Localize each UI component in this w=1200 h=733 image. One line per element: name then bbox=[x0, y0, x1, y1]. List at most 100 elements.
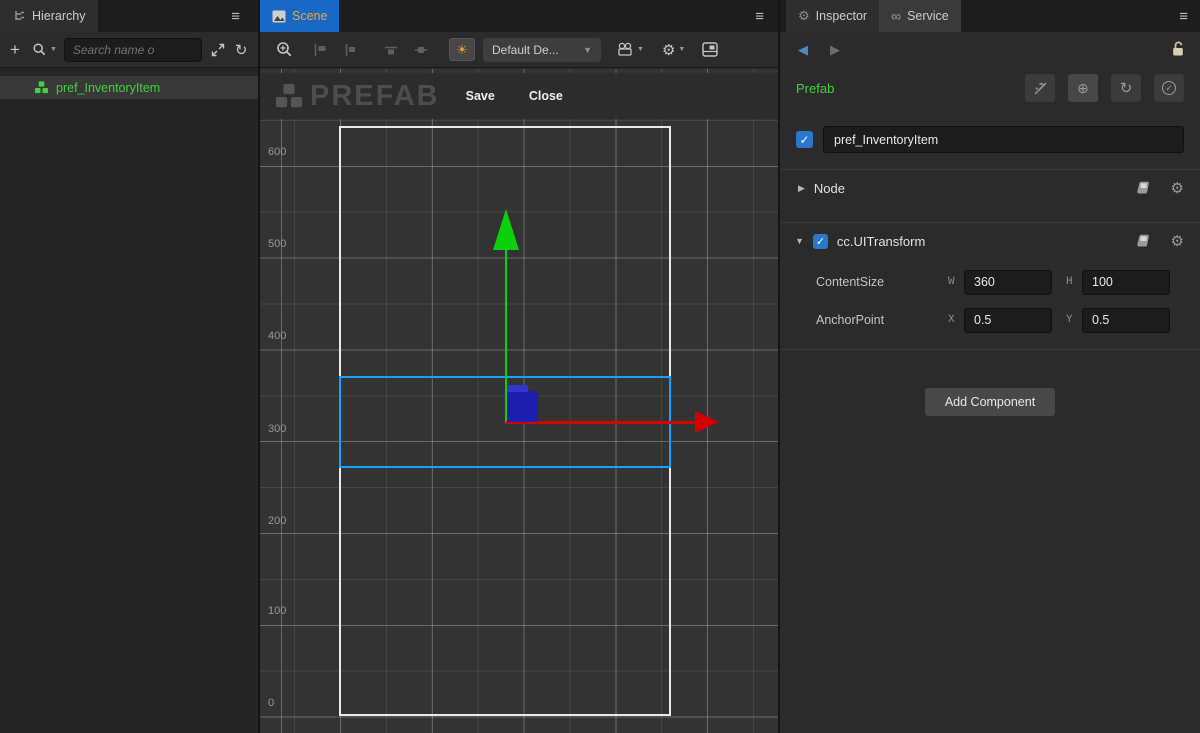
gizmo-x-arrowhead-icon[interactable] bbox=[695, 411, 719, 433]
node-section: ▶ Node ⚙ bbox=[780, 169, 1200, 206]
gear-caret-icon[interactable]: ▼ bbox=[678, 46, 685, 53]
hierarchy-search-input[interactable] bbox=[64, 38, 202, 62]
check-circle-icon: ✓ bbox=[1162, 81, 1176, 95]
align-left-icon[interactable] bbox=[313, 43, 328, 57]
gizmo-xy-handle-accent bbox=[507, 385, 528, 392]
prefab-mode-title: PREFAB bbox=[310, 80, 440, 113]
revert-prefab-button[interactable]: ↻ bbox=[1111, 74, 1141, 102]
content-size-w-input[interactable] bbox=[964, 270, 1052, 295]
zoom-tool-icon[interactable] bbox=[276, 41, 293, 58]
node-section-title: Node bbox=[814, 181, 845, 196]
service-tab-label: Service bbox=[907, 9, 949, 23]
align-center-h-icon[interactable] bbox=[342, 43, 357, 57]
scene-gear-icon[interactable]: ⚙ bbox=[662, 41, 675, 59]
anchor-point-row: AnchorPoint X Y bbox=[816, 307, 1170, 333]
node-disclosure-icon[interactable]: ▶ bbox=[798, 183, 805, 194]
cocos-creator-editor: Hierarchy ≡ + ▼ ↻ pref_InventoryItem bbox=[0, 0, 1200, 733]
ruler-label-300: 300 bbox=[268, 423, 302, 435]
anchor-point-y-input[interactable] bbox=[1082, 308, 1170, 333]
scene-menu-icon[interactable]: ≡ bbox=[755, 0, 764, 32]
uitransform-help-book-icon[interactable] bbox=[1136, 234, 1151, 248]
prefab-save-button[interactable]: Save bbox=[466, 89, 495, 103]
height-letter-label: H bbox=[1066, 276, 1082, 288]
ruler-label-100: 100 bbox=[268, 605, 302, 617]
gizmo-y-arrowhead-icon[interactable] bbox=[493, 209, 519, 250]
gizmo-toggle-button[interactable]: ☀ bbox=[449, 38, 475, 61]
node-help-book-icon[interactable] bbox=[1136, 181, 1151, 195]
nav-forward-icon[interactable]: ▶ bbox=[830, 42, 840, 58]
hierarchy-tree-icon bbox=[12, 9, 26, 23]
ruler-label-600: 600 bbox=[268, 146, 302, 158]
search-filter-caret-icon[interactable]: ▼ bbox=[50, 46, 57, 53]
hierarchy-tabbar: Hierarchy ≡ bbox=[0, 0, 258, 32]
create-node-button[interactable]: + bbox=[10, 40, 20, 60]
unlink-prefab-button[interactable] bbox=[1025, 74, 1055, 102]
refresh-hierarchy-icon[interactable]: ↻ bbox=[235, 41, 248, 59]
scene-tabbar: Scene ≡ bbox=[260, 0, 778, 32]
hierarchy-tab-label: Hierarchy bbox=[32, 9, 86, 23]
inspector-menu-icon[interactable]: ≡ bbox=[1179, 0, 1188, 32]
uitransform-settings-gear-icon[interactable]: ⚙ bbox=[1171, 232, 1184, 250]
hierarchy-menu-icon[interactable]: ≡ bbox=[231, 0, 240, 32]
hierarchy-panel: Hierarchy ≡ + ▼ ↻ pref_InventoryItem bbox=[0, 0, 258, 733]
service-link-icon: ∞ bbox=[891, 8, 901, 24]
tab-inspector[interactable]: ⚙ Inspector bbox=[786, 0, 879, 32]
node-name-row: ✓ bbox=[796, 126, 1184, 153]
hierarchy-item-pref-inventoryitem[interactable]: pref_InventoryItem bbox=[0, 76, 258, 99]
align-center-v-icon[interactable] bbox=[413, 43, 429, 57]
expand-all-icon[interactable] bbox=[211, 43, 225, 57]
search-filter-icon[interactable] bbox=[32, 42, 47, 57]
uitransform-section: ▼ ✓ cc.UITransform ⚙ ContentSize W H bbox=[780, 222, 1200, 350]
tab-service[interactable]: ∞ Service bbox=[879, 0, 961, 32]
content-size-h-input[interactable] bbox=[1082, 270, 1170, 295]
layout-windows-icon[interactable] bbox=[702, 42, 718, 57]
tab-hierarchy[interactable]: Hierarchy bbox=[0, 0, 98, 32]
node-active-checkbox[interactable]: ✓ bbox=[796, 131, 813, 148]
camera-settings-icon[interactable] bbox=[617, 42, 634, 57]
hierarchy-item-label: pref_InventoryItem bbox=[56, 81, 160, 95]
tab-scene[interactable]: Scene bbox=[260, 0, 339, 32]
uitransform-disclosure-icon[interactable]: ▼ bbox=[795, 236, 804, 246]
content-size-label: ContentSize bbox=[816, 275, 948, 289]
device-dropdown-label: Default De... bbox=[492, 43, 580, 57]
scene-tab-label: Scene bbox=[292, 9, 327, 23]
ruler-label-0: 0 bbox=[268, 697, 302, 709]
uitransform-enabled-checkbox[interactable]: ✓ bbox=[813, 234, 828, 249]
anchor-x-letter-label: X bbox=[948, 314, 964, 326]
gizmo-xy-handle[interactable] bbox=[507, 391, 538, 422]
scene-toolbar: ☀ Default De... ▼ ▼ ⚙ ▼ bbox=[260, 32, 778, 68]
uitransform-section-header[interactable]: ▼ ✓ cc.UITransform ⚙ bbox=[780, 223, 1200, 259]
device-dropdown-caret-icon: ▼ bbox=[583, 45, 592, 55]
anchor-point-label: AnchorPoint bbox=[816, 313, 948, 327]
inspector-tabbar: ⚙ Inspector ∞ Service ≡ bbox=[780, 0, 1200, 32]
prefab-cubes-icon bbox=[34, 80, 49, 95]
anchor-y-letter-label: Y bbox=[1066, 314, 1082, 326]
align-top-icon[interactable] bbox=[383, 43, 399, 57]
prefab-close-button[interactable]: Close bbox=[529, 89, 563, 103]
node-name-input[interactable] bbox=[823, 126, 1184, 153]
hierarchy-toolbar: + ▼ ↻ bbox=[0, 32, 258, 68]
scene-viewport[interactable]: 600 500 400 300 200 100 0 PREFAB Save Cl… bbox=[260, 69, 778, 733]
prefab-asset-row: Prefab ⊕ ↻ ✓ bbox=[780, 68, 1200, 108]
anchor-point-x-input[interactable] bbox=[964, 308, 1052, 333]
lock-icon[interactable] bbox=[1170, 40, 1186, 57]
prefab-mode-bar: PREFAB Save Close bbox=[260, 73, 778, 119]
inspector-gear-icon: ⚙ bbox=[798, 8, 810, 24]
device-dropdown[interactable]: Default De... ▼ bbox=[483, 38, 601, 62]
scene-image-icon bbox=[272, 10, 286, 23]
node-section-header[interactable]: ▶ Node ⚙ bbox=[780, 170, 1200, 206]
add-component-row: Add Component bbox=[780, 388, 1200, 416]
nav-back-icon[interactable]: ◀ bbox=[798, 42, 808, 58]
camera-caret-icon[interactable]: ▼ bbox=[637, 46, 644, 53]
inspector-panel: ⚙ Inspector ∞ Service ≡ ◀ ▶ Prefab ⊕ bbox=[780, 0, 1200, 733]
scene-panel: Scene ≡ ☀ Default De... ▼ bbox=[260, 0, 778, 733]
content-size-row: ContentSize W H bbox=[816, 269, 1170, 295]
inspector-nav-row: ◀ ▶ bbox=[780, 32, 1200, 68]
apply-prefab-button[interactable]: ✓ bbox=[1154, 74, 1184, 102]
locate-prefab-button[interactable]: ⊕ bbox=[1068, 74, 1098, 102]
width-letter-label: W bbox=[948, 276, 964, 288]
node-settings-gear-icon[interactable]: ⚙ bbox=[1171, 179, 1184, 197]
ruler-label-200: 200 bbox=[268, 515, 302, 527]
add-component-button[interactable]: Add Component bbox=[925, 388, 1055, 416]
prefab-asset-label: Prefab bbox=[796, 81, 834, 96]
